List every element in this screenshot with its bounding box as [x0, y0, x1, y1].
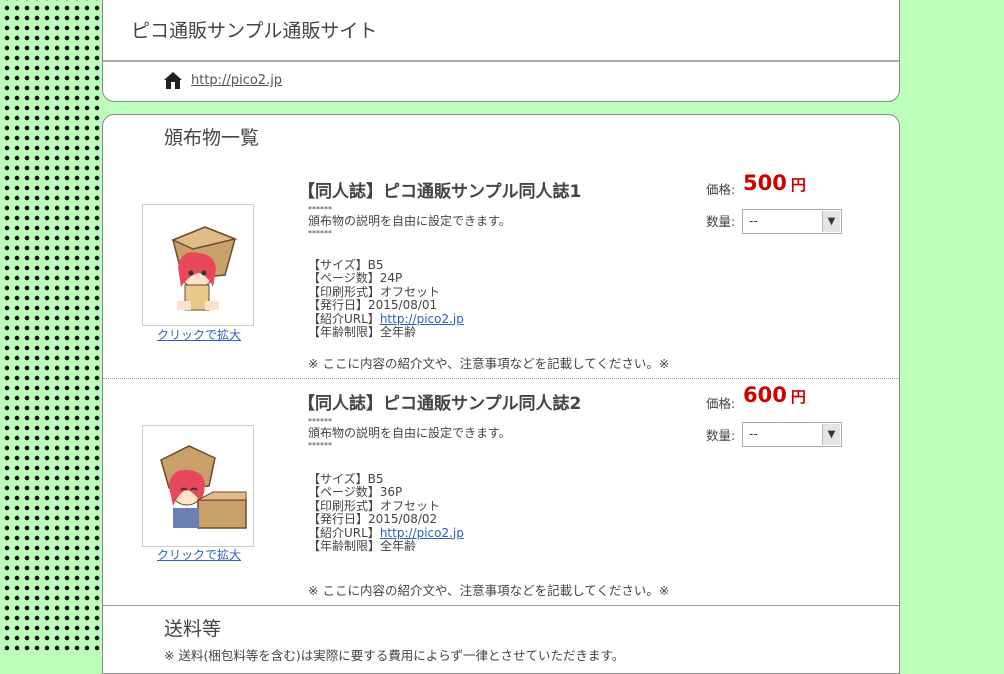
spec-url-link[interactable]: http://pico2.jp [380, 312, 464, 326]
home-row: http://pico2.jp [163, 71, 282, 90]
qty-value: -- [749, 214, 758, 228]
description-text: 頒布物の説明を自由に設定できます。 [308, 426, 511, 440]
home-icon [164, 72, 182, 89]
item-divider [103, 378, 899, 379]
product-thumbnail[interactable] [142, 425, 254, 547]
spec-printing: 【印刷形式】オフセット [308, 284, 441, 299]
stars-bottom: ****** [308, 228, 332, 238]
spec-pages: 【ページ数】24P [308, 271, 403, 285]
price-value: 500 円 [743, 171, 806, 195]
product-description: ****** 頒布物の説明を自由に設定できます。 ****** 【サイズ】B5 … [308, 205, 511, 340]
yen-unit: 円 [790, 176, 806, 194]
spec-url-link[interactable]: http://pico2.jp [380, 526, 464, 540]
product-title: 【同人誌】ピコ通販サンプル同人誌1 [298, 182, 582, 202]
price-amount: 600 [743, 383, 787, 407]
home-link[interactable]: http://pico2.jp [191, 73, 282, 88]
qty-value: -- [749, 427, 758, 441]
spec-size: 【サイズ】B5 [308, 471, 384, 486]
chevron-down-icon[interactable]: ▼ [822, 424, 840, 445]
spec-printing: 【印刷形式】オフセット [308, 498, 441, 513]
spec-release: 【発行日】2015/08/01 [308, 298, 438, 312]
spec-age: 【年齢制限】全年齢 [308, 539, 417, 553]
main-content: 頒布物一覧 クリックで拡大 【同人誌】ピコ通販サンプル同人誌1 ****** 頒… [102, 114, 900, 674]
dotted-background [0, 0, 101, 654]
shipping-heading: 送料等 [164, 618, 222, 640]
stars-bottom: ****** [308, 440, 332, 450]
shipping-note: ※ 送料(梱包料等を含む)は実際に要する費用によらず一律とさせていただきます。 [164, 648, 625, 663]
catalog-heading: 頒布物一覧 [164, 127, 260, 149]
site-title: ピコ通販サンプル通販サイト [131, 20, 378, 42]
product-note: ※ ここに内容の紹介文や、注意事項などを記載してください。※ [308, 583, 670, 598]
site-header: ピコ通販サンプル通販サイト http://pico2.jp [102, 0, 900, 102]
zoom-link[interactable]: クリックで拡大 [157, 326, 241, 343]
qty-label: 数量: [706, 428, 736, 443]
character-image [171, 226, 238, 311]
price-amount: 500 [743, 171, 787, 195]
spec-url-row: 【紹介URL】http://pico2.jp [308, 311, 511, 327]
spec-release: 【発行日】2015/08/02 [308, 512, 438, 526]
product-note: ※ ここに内容の紹介文や、注意事項などを記載してください。※ [308, 356, 670, 371]
price-label: 価格: [706, 396, 736, 411]
description-text: 頒布物の説明を自由に設定できます。 [308, 214, 511, 228]
qty-select[interactable]: -- ▼ [742, 422, 842, 447]
zoom-link[interactable]: クリックで拡大 [157, 546, 241, 563]
character-image [160, 445, 247, 529]
spec-url-row: 【紹介URL】http://pico2.jp [308, 525, 511, 541]
section-divider [103, 605, 899, 606]
spec-pages: 【ページ数】36P [308, 485, 403, 499]
spec-url-label: 【紹介URL】 [308, 525, 380, 540]
product-title: 【同人誌】ピコ通販サンプル同人誌2 [298, 394, 582, 414]
price-label: 価格: [706, 182, 736, 197]
price-value: 600 円 [743, 383, 806, 407]
qty-label: 数量: [706, 214, 736, 229]
yen-unit: 円 [790, 388, 806, 406]
spec-size: 【サイズ】B5 [308, 257, 384, 272]
chevron-down-icon[interactable]: ▼ [822, 211, 840, 232]
product-thumbnail[interactable] [142, 204, 254, 326]
header-divider [103, 60, 899, 62]
spec-url-label: 【紹介URL】 [308, 311, 380, 326]
spec-age: 【年齢制限】全年齢 [308, 325, 417, 339]
qty-select[interactable]: -- ▼ [742, 209, 842, 234]
product-description: ****** 頒布物の説明を自由に設定できます。 ****** 【サイズ】B5 … [308, 417, 511, 554]
